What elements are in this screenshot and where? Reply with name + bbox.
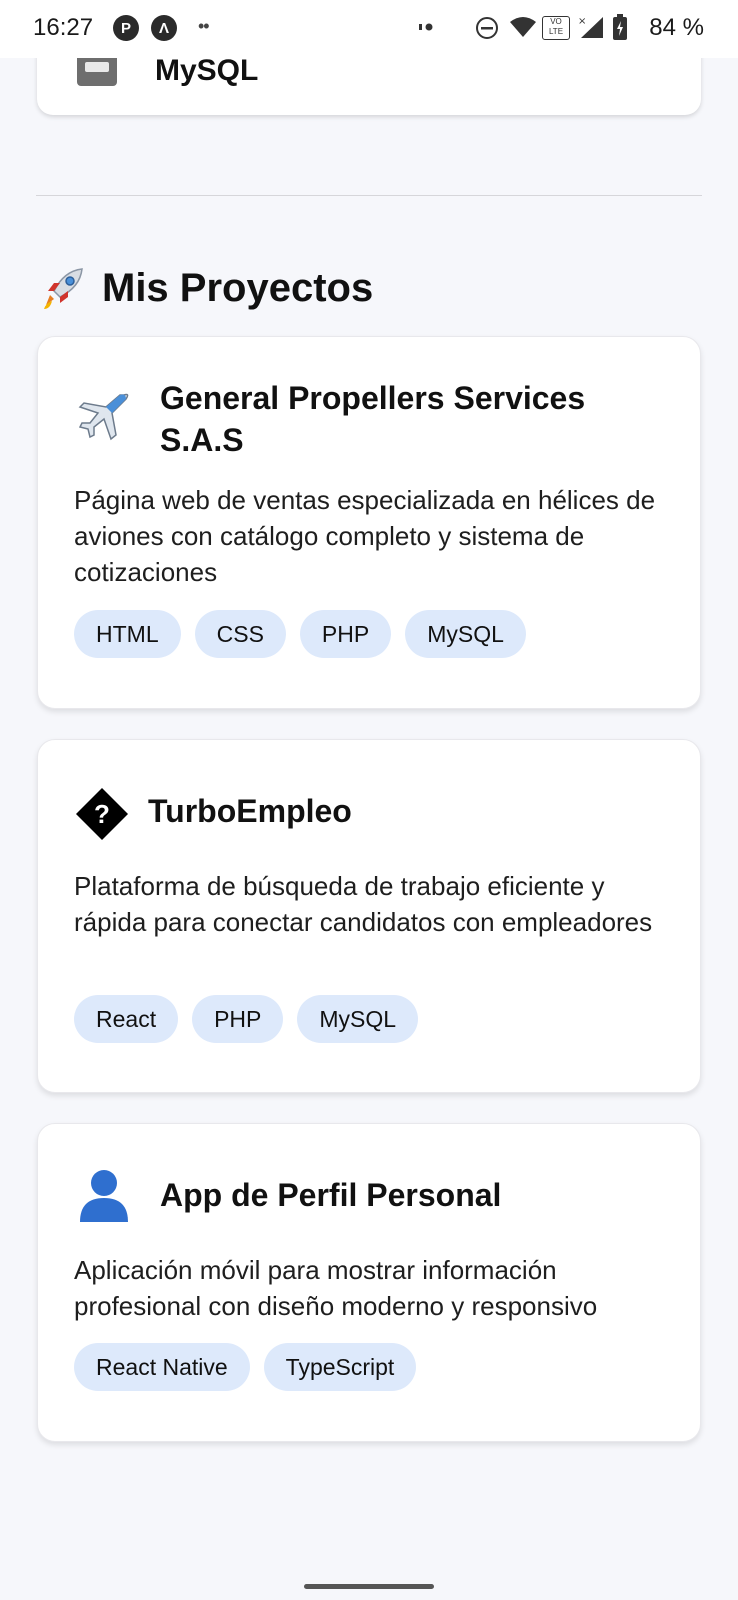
project-card[interactable]: App de Perfil Personal Aplicación móvil … — [37, 1123, 701, 1442]
tag-list: React Native TypeScript — [74, 1343, 417, 1391]
tag: HTML — [74, 610, 181, 658]
tag: PHP — [192, 995, 284, 1043]
project-description: Aplicación móvil para mostrar informació… — [74, 1255, 598, 1321]
tag: React — [74, 995, 179, 1043]
section-heading: Mis Proyectos — [40, 262, 373, 314]
battery-percent: 84 % — [649, 14, 704, 41]
tag: PHP — [299, 610, 392, 658]
project-title: TurboEmpleo — [148, 793, 352, 829]
tag: TypeScript — [263, 1343, 417, 1391]
project-card[interactable]: ? TurboEmpleo Plataforma de búsqueda de … — [37, 739, 701, 1093]
nfc-icon — [419, 23, 433, 31]
tag: MySQL — [405, 610, 526, 658]
section-divider — [36, 195, 702, 196]
tag-list: HTML CSS PHP MySQL — [74, 610, 526, 658]
p-circle-icon: P — [113, 15, 139, 41]
wifi-icon — [510, 17, 536, 37]
svg-text:?: ? — [94, 799, 110, 829]
status-bar: 16:27 P Λ •• VO LTE × 84 % — [0, 0, 738, 58]
volte-icon: VO LTE — [542, 16, 570, 40]
a-circle-icon: Λ — [151, 15, 177, 41]
project-title: General Propellers Services S.A.S — [160, 380, 586, 458]
person-icon — [80, 1170, 128, 1222]
tag: MySQL — [297, 995, 419, 1043]
section-title: Mis Proyectos — [102, 265, 374, 310]
more-dots-icon: •• — [198, 16, 210, 36]
question-diamond-icon: ? — [76, 788, 128, 840]
project-description: Página web de ventas especializada en hé… — [74, 485, 656, 587]
status-time: 16:27 — [33, 14, 94, 41]
battery-icon — [613, 14, 627, 40]
tag: CSS — [194, 610, 286, 658]
project-title: App de Perfil Personal — [160, 1177, 502, 1213]
rocket-icon — [44, 268, 83, 309]
svg-text:×: × — [578, 16, 586, 27]
project-description: Plataforma de búsqueda de trabajo eficie… — [74, 871, 653, 937]
project-card[interactable]: General Propellers Services S.A.S Página… — [37, 336, 701, 709]
skill-label: MySQL — [155, 54, 259, 87]
signal-icon: × — [578, 16, 603, 38]
home-indicator[interactable] — [304, 1584, 434, 1589]
tag: React Native — [74, 1343, 250, 1391]
tag-list: React PHP MySQL — [74, 995, 419, 1043]
airplane-icon — [78, 393, 129, 441]
dnd-icon — [476, 17, 498, 39]
